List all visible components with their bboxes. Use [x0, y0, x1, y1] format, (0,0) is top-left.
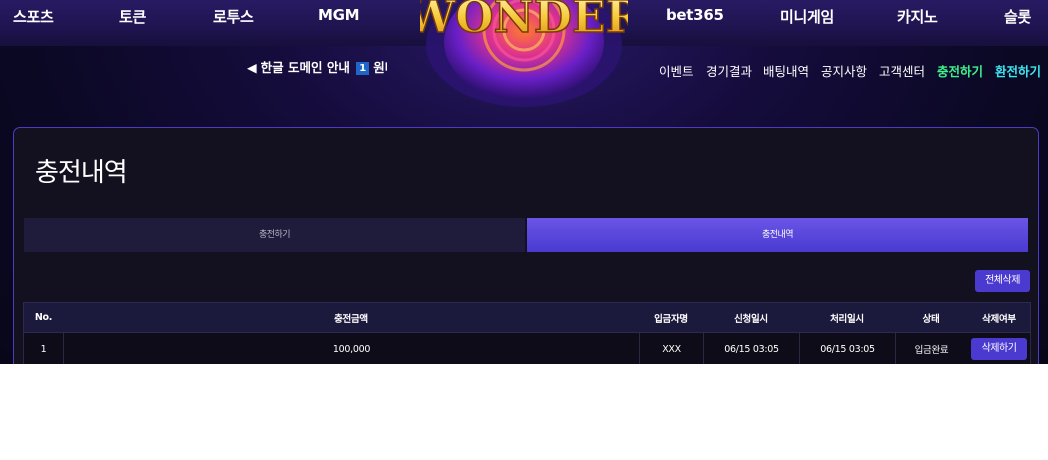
header-delete: 삭제여부 — [982, 313, 1016, 325]
subnav-results[interactable]: 경기결과 — [706, 61, 752, 80]
nav-casino[interactable]: 카지노 — [897, 6, 938, 27]
delete-row-button[interactable]: 삭제하기 — [971, 338, 1027, 360]
subnav-support[interactable]: 고객센터 — [879, 61, 925, 80]
nav-bet365[interactable]: bet365 — [666, 6, 724, 24]
nav-lotus[interactable]: 로투스 — [213, 6, 254, 27]
cell-delete: 삭제하기 — [967, 333, 1031, 364]
header-requested: 신청일시 — [734, 313, 768, 325]
cell-requested: 06/15 03:05 — [703, 333, 799, 364]
nav-slot[interactable]: 슬롯 — [1004, 6, 1031, 27]
table-row: 1 100,000 XXX 06/15 03:05 06/15 03:05 입금… — [23, 333, 1031, 364]
cell-no: 1 — [40, 343, 47, 355]
ticker-trailing-text: 원다 — [373, 60, 387, 75]
charge-history-table: No. 충전금액 입금자명 신청일시 처리일시 상태 삭제여부 1 100,00… — [23, 302, 1031, 364]
nav-sports[interactable]: 스포츠 — [13, 6, 54, 27]
subnav-bet-history[interactable]: 배팅내역 — [763, 61, 809, 80]
subnav-notice[interactable]: 공지사항 — [821, 61, 867, 80]
charge-history-panel: 충전내역 충전하기 충전내역 전체삭제 No. 충전금액 입금자명 신청일시 처… — [13, 127, 1039, 364]
header-status: 상태 — [922, 313, 940, 325]
nav-token[interactable]: 토큰 — [119, 6, 146, 27]
cell-depositor: XXX — [639, 333, 703, 364]
megaphone-icon: ◀ — [247, 60, 257, 75]
header-depositor: 입금자명 — [654, 313, 688, 325]
tab-charge-history[interactable]: 충전내역 — [527, 218, 1028, 252]
delete-all-button[interactable]: 전체삭제 — [975, 270, 1030, 292]
cell-processed: 06/15 03:05 — [799, 333, 895, 364]
nav-minigame[interactable]: 미니게임 — [780, 6, 834, 27]
page-title: 충전내역 — [35, 158, 128, 188]
nav-mgm[interactable]: MGM — [318, 6, 360, 24]
ticker-number-badge: 1 — [356, 62, 370, 75]
ticker-text: 한글 도메인 안내 — [260, 60, 350, 75]
cell-status: 입금완료 — [895, 333, 967, 364]
cell-amount: 100,000 — [63, 333, 639, 364]
tab-charge[interactable]: 충전하기 — [24, 218, 525, 252]
subnav-event[interactable]: 이벤트 — [659, 61, 694, 80]
header-processed: 처리일시 — [830, 313, 864, 325]
subnav-charge[interactable]: 충전하기 — [937, 61, 983, 80]
header-amount: 충전금액 — [334, 313, 368, 325]
header-no: No. — [34, 312, 53, 323]
notice-ticker[interactable]: ◀한글 도메인 안내 1원다 — [247, 57, 387, 75]
table-header: No. 충전금액 입금자명 신청일시 처리일시 상태 삭제여부 — [23, 302, 1031, 333]
site-viewport: 스포츠 토큰 로투스 MGM bet365 미니게임 카지노 슬롯 WONDER… — [0, 0, 1048, 364]
logo-wordmark: WONDER — [420, 0, 628, 43]
subnav-exchange[interactable]: 환전하기 — [995, 61, 1041, 80]
wonder-logo[interactable]: WONDER — [420, 0, 628, 110]
